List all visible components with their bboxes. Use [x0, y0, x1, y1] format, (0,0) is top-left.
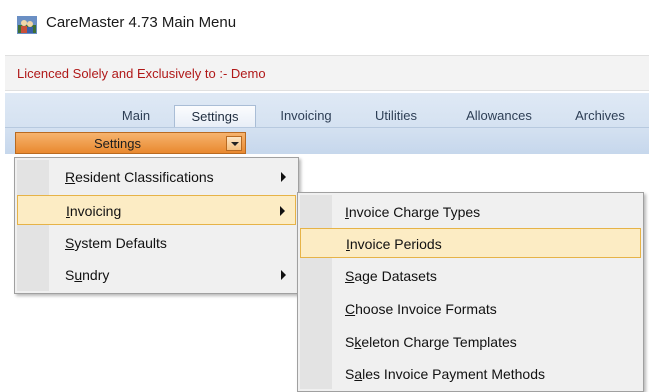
tab-invoicing[interactable]: Invoicing: [265, 105, 347, 127]
menu-item-choose-invoice-formats[interactable]: Choose Invoice Formats: [300, 294, 641, 324]
submenu-arrow-icon: [281, 172, 286, 182]
menu-item-label: Sales Invoice Payment Methods: [345, 366, 546, 382]
licence-text: Licenced Solely and Exclusively to :- De…: [17, 66, 266, 81]
menu-item-label: Sundry: [65, 267, 110, 283]
menu-item-sage-datasets[interactable]: Sage Datasets: [300, 261, 641, 291]
chevron-down-icon[interactable]: [226, 136, 242, 151]
window-title: CareMaster 4.73 Main Menu: [46, 14, 237, 31]
menu-item-sundry[interactable]: Sundry: [17, 260, 296, 290]
menu-item-label: System Defaults: [65, 235, 167, 251]
menu-item-label: Resident Classifications: [65, 169, 214, 185]
menu-item-label: Sage Datasets: [345, 268, 437, 284]
settings-menu: Resident Classifications Invoicing Syste…: [14, 157, 299, 294]
menu-item-invoice-periods[interactable]: Invoice Periods: [300, 228, 641, 258]
settings-dropdown-button[interactable]: Settings: [15, 132, 246, 154]
tab-main[interactable]: Main: [112, 105, 160, 127]
menu-item-label: Skeleton Charge Templates: [345, 334, 517, 350]
menu-item-label: Invoice Periods: [346, 236, 442, 252]
licence-banner: Licenced Solely and Exclusively to :- De…: [5, 55, 649, 91]
menu-item-label: Invoicing: [66, 203, 122, 219]
menu-item-system-defaults[interactable]: System Defaults: [17, 228, 296, 258]
title-bar: CareMaster 4.73 Main Menu: [0, 0, 649, 50]
tab-utilities[interactable]: Utilities: [361, 105, 431, 127]
menu-item-sales-invoice-payment-methods[interactable]: Sales Invoice Payment Methods: [300, 359, 641, 389]
submenu-arrow-icon: [280, 206, 285, 216]
invoicing-submenu: Invoice Charge Types Invoice Periods Sag…: [297, 192, 644, 392]
tab-archives[interactable]: Archives: [563, 105, 637, 127]
tab-allowances[interactable]: Allowances: [451, 105, 547, 127]
menu-item-label: Invoice Charge Types: [345, 204, 481, 220]
caremaster-app-icon: [17, 16, 37, 34]
menu-item-label: Choose Invoice Formats: [345, 301, 497, 317]
menu-item-skeleton-charge-templates[interactable]: Skeleton Charge Templates: [300, 327, 641, 357]
settings-dropdown-label: Settings: [94, 136, 141, 151]
submenu-arrow-icon: [281, 270, 286, 280]
menu-item-invoicing[interactable]: Invoicing: [17, 195, 296, 225]
tab-settings[interactable]: Settings: [174, 105, 256, 127]
menu-item-invoice-charge-types[interactable]: Invoice Charge Types: [300, 197, 641, 227]
menu-item-resident-classifications[interactable]: Resident Classifications: [17, 162, 296, 192]
